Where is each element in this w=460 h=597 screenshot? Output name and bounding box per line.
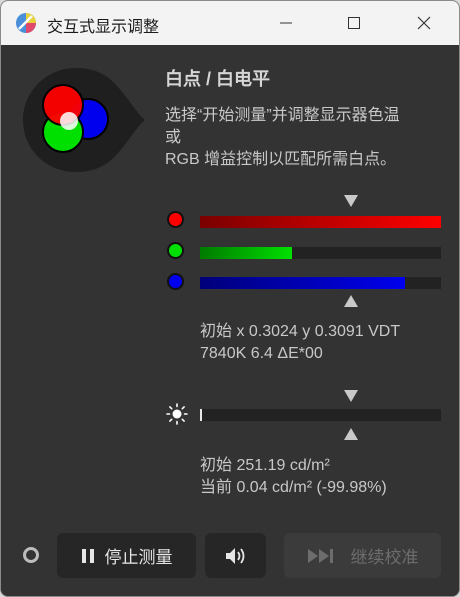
luminance-bar bbox=[200, 409, 441, 421]
status-indicator-icon bbox=[23, 547, 39, 563]
title-bar: 交互式显示调整 bbox=[1, 1, 459, 45]
red-gain-fill bbox=[200, 216, 441, 228]
blue-gain-bar bbox=[200, 277, 441, 289]
luminance-readout: 初始 251.19 cd/m² 当前 0.04 cd/m² (-99.98%) bbox=[200, 455, 387, 499]
maximize-button[interactable] bbox=[331, 1, 377, 45]
green-gain-fill bbox=[200, 247, 292, 259]
luminance-marker-bottom bbox=[344, 428, 358, 440]
luminance-line: 当前 0.04 cd/m² (-99.98%) bbox=[200, 479, 387, 496]
instructions-text: 选择“开始测量”并调整显示器色温 或 RGB 增益控制以匹配所需白点。 bbox=[165, 105, 450, 171]
rgb-circles-logo-icon bbox=[23, 68, 145, 172]
continue-calibration-label: 继续校准 bbox=[350, 548, 419, 567]
dialog-window: 交互式显示调整 白点 / 白电平 选择“开始测量”并调整显示器色温 或 RGB … bbox=[0, 0, 460, 597]
luminance-line: 初始 251.19 cd/m² bbox=[200, 457, 330, 474]
app-icon bbox=[16, 13, 36, 33]
continue-calibration-button[interactable]: 继续校准 bbox=[284, 533, 441, 578]
maximize-icon bbox=[348, 17, 360, 29]
window-title: 交互式显示调整 bbox=[47, 19, 160, 36]
luminance-marker-top bbox=[344, 390, 358, 402]
target-marker-bottom bbox=[344, 295, 358, 307]
content-area: 白点 / 白电平 选择“开始测量”并调整显示器色温 或 RGB 增益控制以匹配所… bbox=[1, 45, 459, 596]
pause-icon bbox=[81, 548, 94, 563]
whitepoint-line: 7840K 6.4 ΔE*00 bbox=[200, 345, 323, 362]
instructions-line: 或 bbox=[165, 129, 182, 146]
instructions-line: RGB 增益控制以匹配所需白点。 bbox=[165, 151, 397, 168]
page-title: 白点 / 白电平 bbox=[165, 69, 271, 89]
minimize-button[interactable] bbox=[263, 1, 309, 45]
target-marker-top bbox=[344, 195, 358, 207]
green-dot-icon bbox=[167, 242, 184, 259]
red-dot-icon bbox=[167, 211, 184, 228]
stop-measurement-button[interactable]: 停止测量 bbox=[57, 533, 196, 578]
speaker-icon bbox=[225, 547, 244, 564]
whitepoint-line: 初始 x 0.3024 y 0.3091 VDT bbox=[200, 323, 401, 340]
luminance-fill bbox=[200, 409, 202, 421]
sound-toggle-button[interactable] bbox=[205, 533, 266, 578]
whitepoint-readout: 初始 x 0.3024 y 0.3091 VDT 7840K 6.4 ΔE*00 bbox=[200, 321, 400, 365]
blue-gain-fill bbox=[200, 277, 405, 289]
stop-measurement-label: 停止测量 bbox=[104, 548, 173, 567]
instructions-line: 选择“开始测量”并调整显示器色温 bbox=[165, 107, 400, 124]
green-gain-bar bbox=[200, 247, 441, 259]
red-gain-bar bbox=[200, 216, 441, 228]
skip-forward-icon bbox=[307, 548, 333, 563]
close-icon bbox=[417, 16, 431, 30]
close-button[interactable] bbox=[401, 1, 447, 45]
minimize-icon bbox=[280, 22, 292, 24]
brightness-icon bbox=[166, 403, 188, 425]
blue-dot-icon bbox=[167, 273, 184, 290]
